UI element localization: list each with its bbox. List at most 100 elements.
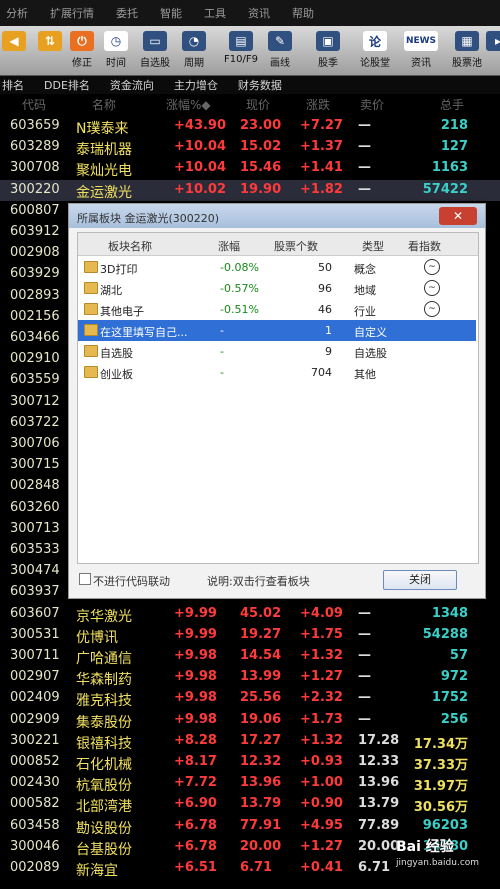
- tab-0[interactable]: 排名: [2, 77, 24, 93]
- menu-item-3[interactable]: 智能: [160, 5, 182, 21]
- sector-col-2[interactable]: 股票个数: [274, 238, 318, 254]
- table-row[interactable]: 603607 京华激光 +9.99 45.02 +4.09 — 1348: [0, 604, 500, 625]
- cell-chg: +1.41: [300, 160, 343, 176]
- cell-price: 15.02: [240, 139, 282, 155]
- cell-code: 603466: [10, 330, 60, 345]
- toolbar-button-9[interactable]: 论论股堂: [360, 31, 390, 71]
- toolbar-button-7[interactable]: ✎ 画线: [268, 31, 292, 71]
- sector-count: 50: [318, 261, 332, 274]
- cell-buy: —: [358, 690, 371, 706]
- cell-pct: +9.98: [174, 690, 217, 706]
- table-row[interactable]: 000582 北部湾港 +6.90 13.79 +0.90 13.79 30.56万: [0, 794, 500, 815]
- cell-vol: 256: [440, 711, 468, 727]
- toolbar-button-2[interactable]: ⏻ 修正: [70, 31, 94, 71]
- close-icon[interactable]: ✕: [439, 207, 477, 225]
- sector-col-1[interactable]: 涨幅: [218, 238, 240, 254]
- cell-code: 603458: [10, 817, 60, 833]
- toolbar: ◀ ⇅ ⏻ 修正 ◷ 时间 ▭ 自选股 ◔ 周期 ▤ F10/F9 ✎ 画线 ▣ 股季 论论股堂 NEWS 资讯 ▦ 股…: [0, 26, 500, 76]
- table-row[interactable]: 300708 聚灿光电 +10.04 15.46 +1.41 — 1163: [0, 158, 500, 179]
- toolbar-button-11[interactable]: ▦ 股票池: [452, 31, 482, 71]
- tab-3[interactable]: 主力增仓: [174, 77, 218, 93]
- menu-item-4[interactable]: 工具: [204, 5, 226, 21]
- tab-bar: 排名 DDE排名 资金流向 主力增仓 财务数据: [0, 76, 500, 94]
- toolbar-button-3[interactable]: ◷ 时间: [104, 31, 128, 71]
- table-row[interactable]: 000852 石化机械 +8.17 12.32 +0.93 12.33 37.33万: [0, 752, 500, 773]
- table-row[interactable]: 300711 广哈通信 +9.98 14.54 +1.32 — 57: [0, 646, 500, 667]
- cell-price: 23.00: [240, 118, 282, 133]
- toolbar-button-10[interactable]: NEWS 资讯: [404, 31, 438, 71]
- sector-col-4[interactable]: 看指数: [408, 238, 441, 254]
- table-row[interactable]: 002430 杭氧股份 +7.72 13.96 +1.00 13.96 31.97万: [0, 773, 500, 794]
- menu-item-0[interactable]: 分析: [6, 5, 28, 21]
- code-link-checkbox[interactable]: [79, 573, 91, 585]
- toolbar-button-4[interactable]: ▭ 自选股: [140, 31, 170, 71]
- cell-vol: 1752: [431, 690, 468, 706]
- cell-vol: 57: [449, 648, 468, 663]
- sector-list-header: 板块名称 涨幅 股票个数 类型 看指数: [78, 233, 478, 256]
- sector-type: 其他: [354, 368, 376, 381]
- cell-buy: —: [358, 711, 371, 727]
- toolbar-label-11: 股票池: [452, 58, 482, 69]
- table-row[interactable]: 603458 勘设股份 +6.78 77.91 +4.95 77.89 96203: [0, 816, 500, 837]
- toolbar-button-0[interactable]: ◀: [2, 31, 26, 71]
- index-view-icon[interactable]: ~: [424, 280, 440, 296]
- cell-chg: +1.27: [300, 838, 343, 854]
- table-row[interactable]: 300531 优博讯 +9.99 19.27 +1.75 — 54288: [0, 625, 500, 646]
- cell-vol: 1163: [431, 160, 468, 176]
- cell-chg: +0.93: [300, 754, 343, 769]
- cell-code: 603937: [10, 584, 60, 600]
- menu-item-1[interactable]: 扩展行情: [50, 5, 94, 21]
- sector-row[interactable]: 其他电子 -0.51% 46 行业 ~: [78, 299, 476, 320]
- column-4[interactable]: 涨跌: [306, 96, 330, 113]
- table-row[interactable]: 603289 泰瑞机器 +10.04 15.02 +1.37 — 127: [0, 137, 500, 158]
- menu-item-2[interactable]: 委托: [116, 5, 138, 21]
- cell-pct: +7.72: [174, 775, 217, 791]
- toolbar-button-12[interactable]: ▸: [486, 31, 500, 71]
- cell-code: 603929: [10, 266, 60, 282]
- sector-row[interactable]: 在这里填写自己... - 1 自定义: [78, 320, 476, 341]
- sector-col-0[interactable]: 板块名称: [108, 238, 152, 254]
- column-6[interactable]: 总手: [440, 96, 464, 113]
- sector-row[interactable]: 自选股 - 9 自选股: [78, 341, 476, 362]
- table-row[interactable]: 002409 雅克科技 +9.98 25.56 +2.32 — 1752: [0, 688, 500, 709]
- sector-list: 板块名称 涨幅 股票个数 类型 看指数 3D打印 -0.08% 50 概念 ~ 湖北 -0.57% 9…: [77, 232, 479, 564]
- column-1[interactable]: 名称: [92, 96, 116, 113]
- table-row[interactable]: 300221 银禧科技 +8.28 17.27 +1.32 17.28 17.34万: [0, 731, 500, 752]
- index-view-icon[interactable]: ~: [424, 301, 440, 317]
- cell-price: 20.00: [240, 838, 282, 854]
- cell-code: 300706: [10, 436, 60, 451]
- column-3[interactable]: 现价: [246, 96, 270, 113]
- cell-buy: —: [358, 626, 371, 642]
- toolbar-button-1[interactable]: ⇅: [38, 31, 62, 71]
- menu-item-6[interactable]: 帮助: [292, 5, 314, 21]
- cell-vol: 127: [440, 139, 468, 155]
- cell-code: 603912: [10, 224, 60, 239]
- index-view-icon[interactable]: ~: [424, 259, 440, 275]
- table-row[interactable]: 002907 华森制药 +9.98 13.99 +1.27 — 972: [0, 667, 500, 688]
- cell-pct: +10.02: [174, 181, 227, 197]
- toolbar-button-6[interactable]: ▤ F10/F9: [224, 31, 258, 71]
- menu-item-5[interactable]: 资讯: [248, 5, 270, 21]
- tab-2[interactable]: 资金流向: [110, 77, 154, 93]
- column-0[interactable]: 代码: [22, 96, 46, 113]
- tab-4[interactable]: 财务数据: [238, 77, 282, 93]
- column-5[interactable]: 卖价: [360, 96, 384, 113]
- cell-code: 603533: [10, 542, 60, 557]
- table-row[interactable]: 300220 金运激光 +10.02 19.90 +1.82 — 57422: [0, 179, 500, 201]
- sector-row[interactable]: 创业板 - 704 其他: [78, 362, 476, 383]
- toolbar-button-8[interactable]: ▣ 股季: [316, 31, 340, 71]
- column-2[interactable]: 涨幅%◆: [166, 96, 211, 113]
- table-row[interactable]: 002909 集泰股份 +9.98 19.06 +1.73 — 256: [0, 710, 500, 731]
- cell-price: 14.54: [240, 648, 282, 663]
- sector-row[interactable]: 湖北 -0.57% 96 地域 ~: [78, 278, 476, 299]
- cell-name: 京华激光: [76, 608, 132, 625]
- table-row[interactable]: 603659 N璞泰来 +43.90 23.00 +7.27 — 218: [0, 116, 500, 137]
- folder-icon: [84, 324, 98, 336]
- sector-col-3[interactable]: 类型: [362, 238, 384, 254]
- toolbar-button-5[interactable]: ◔ 周期: [182, 31, 206, 71]
- cell-pct: +9.98: [174, 648, 217, 663]
- cell-vol: 96203: [422, 817, 468, 833]
- sector-row[interactable]: 3D打印 -0.08% 50 概念 ~: [78, 257, 476, 278]
- tab-1[interactable]: DDE排名: [44, 77, 90, 93]
- close-button[interactable]: 关闭: [383, 570, 457, 590]
